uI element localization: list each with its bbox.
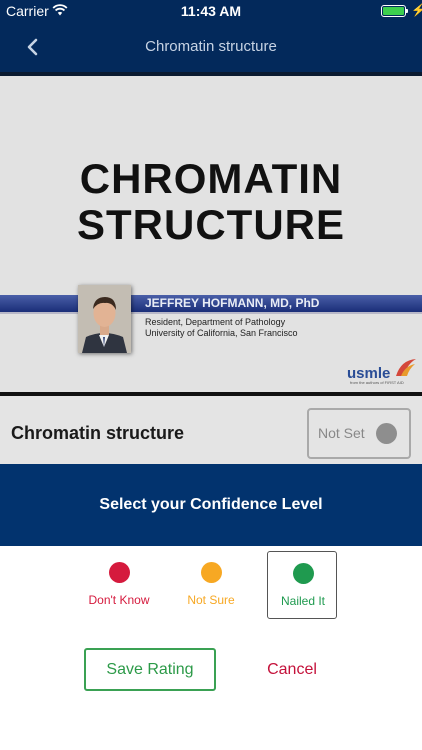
- presenter-photo: [78, 285, 131, 353]
- option-dont-know-label: Don't Know: [88, 593, 150, 607]
- topic-title: Chromatin structure: [11, 423, 185, 443]
- slide-band-line: [0, 312, 422, 314]
- slide-title: CHROMATIN STRUCTURE: [0, 156, 422, 248]
- confidence-title: Select your Confidence Level: [99, 496, 323, 513]
- confidence-header: Select your Confidence Level: [0, 464, 422, 546]
- dont-know-dot: [109, 562, 130, 583]
- save-rating-button[interactable]: Save Rating: [84, 648, 216, 691]
- status-bar: Carrier 11:43 AM ⚡: [0, 0, 422, 22]
- clock: 11:43 AM: [180, 3, 242, 19]
- slide-title-line1: CHROMATIN: [79, 155, 343, 202]
- nailed-it-dot: [293, 563, 314, 584]
- current-rating-button[interactable]: Not Set: [307, 408, 411, 459]
- option-not-sure[interactable]: Not Sure: [176, 551, 246, 619]
- battery-level: [383, 7, 404, 15]
- option-not-sure-label: Not Sure: [187, 593, 235, 607]
- nav-title: Chromatin structure: [145, 38, 277, 55]
- option-dont-know[interactable]: Don't Know: [84, 551, 154, 619]
- presenter-role: Resident, Department of Pathology Univer…: [145, 317, 298, 339]
- current-rating-dot: [376, 423, 397, 444]
- battery-icon: [381, 5, 406, 17]
- bolt-icon: ⚡: [411, 3, 422, 17]
- option-nailed-it[interactable]: Nailed It: [267, 551, 337, 619]
- current-rating-label: Not Set: [318, 425, 365, 441]
- usmle-logo-subtext: from the authors of FIRST AID: [350, 380, 404, 385]
- slide-title-line2: STRUCTURE: [77, 201, 345, 248]
- lecture-slide[interactable]: CHROMATIN STRUCTURE JEFFREY HOFMANN, MD,…: [0, 76, 422, 392]
- presenter-role-line1: Resident, Department of Pathology: [145, 317, 286, 327]
- option-nailed-it-label: Nailed It: [280, 594, 326, 608]
- not-sure-dot: [201, 562, 222, 583]
- cancel-button[interactable]: Cancel: [232, 648, 352, 691]
- topic-row: Chromatin structure Not Set: [0, 396, 422, 464]
- usmle-logo: usmle from the authors of FIRST AID: [347, 359, 417, 388]
- presenter-portrait: [78, 285, 131, 353]
- usmle-swoosh-icon: [396, 359, 416, 376]
- presenter-role-line2: University of California, San Francisco: [145, 328, 298, 338]
- presenter-name: JEFFREY HOFMANN, MD, PhD: [145, 296, 320, 310]
- navigation-bar: Chromatin structure: [0, 22, 422, 72]
- battery-cap: [406, 9, 408, 13]
